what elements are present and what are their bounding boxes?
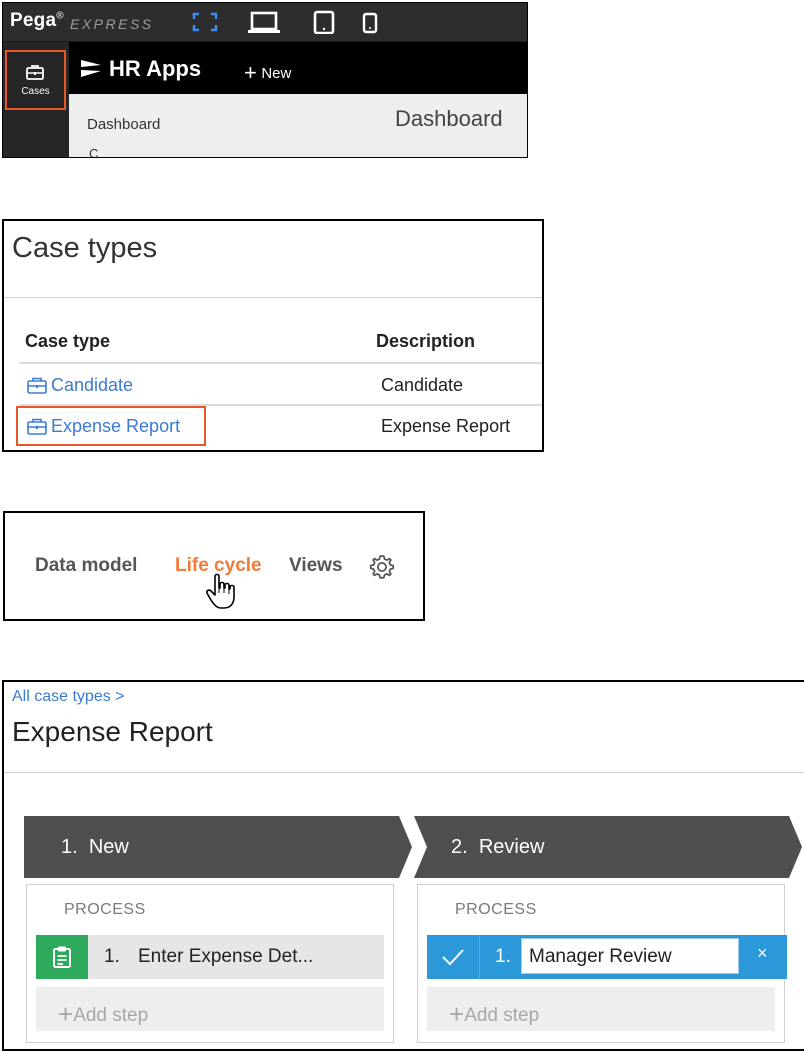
- gear-icon[interactable]: [368, 553, 396, 581]
- top-bar: Pega® EXPRESS: [3, 3, 527, 42]
- life-cycle-panel: All case types > Expense Report 1. New 2…: [2, 680, 804, 1051]
- step-type-badge: [427, 935, 479, 979]
- stage-title[interactable]: 2. Review: [451, 836, 544, 859]
- product-name: EXPRESS: [70, 16, 154, 32]
- desktop-icon[interactable]: [246, 10, 282, 34]
- step-number: 1.: [104, 946, 120, 967]
- cases-label: Cases: [21, 86, 50, 97]
- app-name: HR Apps: [109, 56, 202, 81]
- page-title: Expense Report: [12, 716, 213, 747]
- breadcrumb[interactable]: All case types >: [12, 688, 125, 706]
- case-types-panel: Case types Case type Description Candida…: [2, 219, 544, 452]
- nav-item-dashboard[interactable]: Dashboard: [87, 116, 160, 133]
- add-step-button[interactable]: +Add step: [36, 987, 384, 1031]
- clipboard-icon: [53, 946, 71, 968]
- panel-title: Case types: [12, 232, 158, 264]
- app-bar: HR Apps + New: [69, 42, 527, 94]
- brand-name: Pega®: [10, 10, 64, 31]
- table-row: Expense Report: [26, 416, 180, 437]
- case-type-link-candidate[interactable]: Candidate: [26, 375, 133, 396]
- step-name: Enter Expense Det...: [138, 946, 314, 967]
- step-row[interactable]: 1. Enter Expense Det...: [36, 935, 384, 979]
- hand-cursor-icon: [206, 573, 235, 609]
- case-type-name: Expense Report: [51, 416, 181, 436]
- add-step-label: +Add step: [58, 999, 149, 1029]
- briefcase-icon: [27, 418, 47, 435]
- column-header-case-type[interactable]: Case type: [25, 331, 110, 352]
- close-icon[interactable]: ×: [757, 943, 768, 964]
- step-type-badge: [36, 935, 88, 979]
- plus-icon: +: [58, 999, 74, 1029]
- step-number: 1.: [495, 946, 511, 967]
- stage-title[interactable]: 1. New: [61, 836, 129, 859]
- plus-icon: +: [244, 60, 257, 85]
- add-step-label: +Add step: [449, 999, 540, 1029]
- case-type-tabs-panel: Data model Life cycle Views: [3, 511, 425, 621]
- stage-card: PROCESS 1. Enter Expense Det... +Add ste…: [26, 884, 394, 1043]
- phone-icon[interactable]: [360, 10, 380, 34]
- cases-rail-button[interactable]: Cases: [5, 50, 66, 110]
- stage-card: PROCESS 1. Manager Review × +Add step: [417, 884, 787, 1043]
- divider: [4, 772, 804, 773]
- plus-icon: +: [449, 999, 465, 1029]
- check-icon: [442, 949, 464, 966]
- content-area: Dashboard Dashboard C: [69, 94, 527, 157]
- header-divider: [19, 362, 542, 364]
- step-row[interactable]: 1. Manager Review ×: [427, 935, 787, 979]
- divider: [4, 297, 542, 298]
- app-header-panel: Pega® EXPRESS Cases HR Apps + New Dashbo…: [2, 2, 528, 158]
- step-name: Manager Review: [529, 946, 672, 967]
- step-name-input[interactable]: Manager Review: [521, 938, 739, 974]
- new-button-label: New: [261, 65, 292, 82]
- add-step-button[interactable]: +Add step: [427, 987, 775, 1031]
- tab-data-model[interactable]: Data model: [35, 555, 137, 577]
- case-type-description: Candidate: [381, 375, 464, 395]
- briefcase-icon: [27, 377, 47, 394]
- process-label: PROCESS: [64, 901, 146, 918]
- case-type-description: Expense Report: [381, 416, 511, 436]
- table-row: Candidate: [26, 375, 133, 396]
- briefcase-icon: [26, 65, 44, 80]
- case-type-link-expense-report[interactable]: Expense Report: [26, 416, 180, 437]
- nav-item-partial[interactable]: C: [89, 146, 98, 157]
- fullscreen-icon[interactable]: [191, 10, 219, 34]
- tablet-icon[interactable]: [311, 10, 337, 34]
- case-type-name: Candidate: [51, 375, 134, 395]
- column-header-description[interactable]: Description: [376, 331, 475, 352]
- divider: [479, 935, 480, 979]
- page-title: Dashboard: [395, 106, 503, 131]
- pega-logo-icon: [81, 60, 101, 77]
- tab-views[interactable]: Views: [289, 555, 343, 577]
- process-label: PROCESS: [455, 901, 537, 918]
- new-button[interactable]: + New: [244, 58, 292, 85]
